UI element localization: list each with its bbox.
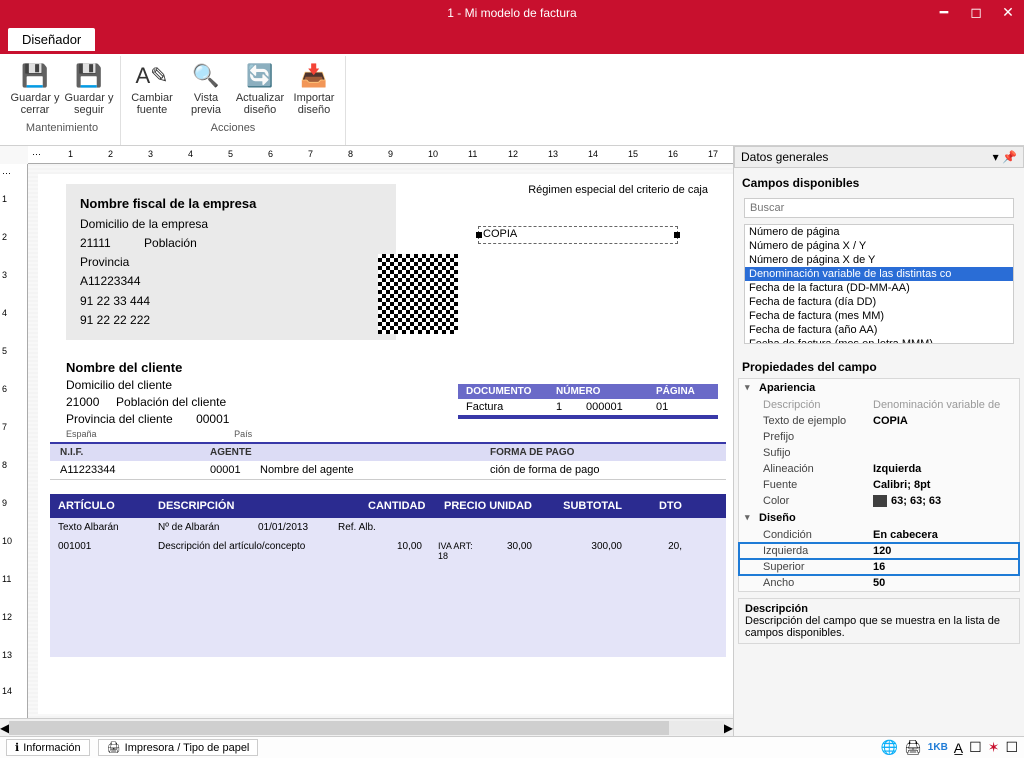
dropdown-icon[interactable]: ▾ (993, 150, 999, 164)
company-phone1: 91 22 33 444 (80, 292, 382, 311)
maximize-button[interactable]: ◻ (960, 0, 992, 24)
group-appearance[interactable]: Apariencia (739, 379, 1019, 397)
save-close-icon: 💾 (19, 60, 51, 92)
regimen-label[interactable]: Régimen especial del criterio de caja (528, 184, 708, 196)
save-icon: 💾 (73, 60, 105, 92)
preview-button[interactable]: 🔍 Vista previa (179, 56, 233, 120)
company-phone2: 91 22 22 222 (80, 311, 382, 330)
status-icon[interactable]: ☐ (969, 739, 982, 756)
info-button[interactable]: ℹInformación (6, 739, 90, 756)
document-table[interactable]: DOCUMENTO NÚMERO PÁGINA Factura 1 000001… (458, 384, 718, 419)
client-block[interactable]: Nombre del cliente Domicilio del cliente… (66, 359, 252, 440)
company-province: Provincia (80, 253, 382, 272)
pin-icon[interactable]: 📌 (1002, 150, 1017, 164)
printer-icon: 🖨 (107, 741, 121, 754)
ruler-vertical: ⋯1234567891011121314 (0, 164, 28, 718)
ribbon: 💾 Guardar y cerrar 💾 Guardar y seguir Ma… (0, 54, 1024, 146)
table-row: Texto Albarán Nº de Albarán 01/01/2013 R… (50, 518, 726, 537)
side-panel: Datos generales ▾ 📌 Campos disponibles N… (734, 146, 1024, 736)
status-icon[interactable]: 🌐 (881, 739, 898, 756)
ribbon-group-actions: Acciones (211, 120, 256, 136)
company-address: Domicilio de la empresa (80, 215, 382, 234)
company-nif: A11223344 (80, 272, 382, 291)
selected-field-copia[interactable]: COPIA (478, 226, 678, 244)
info-icon: ℹ (15, 741, 19, 754)
list-item[interactable]: Número de página X / Y (745, 239, 1013, 253)
status-bar: ℹInformación 🖨Impresora / Tipo de papel … (0, 736, 1024, 758)
printer-button[interactable]: 🖨Impresora / Tipo de papel (98, 739, 259, 756)
company-name: Nombre fiscal de la empresa (80, 194, 382, 215)
minimize-button[interactable]: ━ (928, 0, 960, 24)
scroll-right-icon[interactable]: ▶ (724, 721, 733, 735)
import-icon: 📥 (298, 60, 330, 92)
design-canvas[interactable]: ⋯1234567891011121314151617 ⋯123456789101… (0, 146, 734, 736)
update-design-button[interactable]: 🔄 Actualizar diseño (233, 56, 287, 120)
refresh-icon: 🔄 (244, 60, 276, 92)
table-row: 001001 Descripción del artículo/concepto… (50, 537, 726, 657)
window-title: 1 - Mi modelo de factura (0, 0, 1024, 20)
list-item[interactable]: Fecha de la factura (DD-MM-AA) (745, 281, 1013, 295)
list-item[interactable]: Número de página X de Y (745, 253, 1013, 267)
description-box: Descripción Descripción del campo que se… (738, 598, 1020, 644)
list-item[interactable]: Fecha de factura (año AA) (745, 323, 1013, 337)
qr-code[interactable] (378, 254, 458, 334)
list-item-selected[interactable]: Denominación variable de las distintas c… (745, 267, 1013, 281)
preview-icon: 🔍 (190, 60, 222, 92)
list-item[interactable]: Fecha de factura (mes en letra MMM) (745, 337, 1013, 344)
save-close-button[interactable]: 💾 Guardar y cerrar (8, 56, 62, 120)
list-item[interactable]: Fecha de factura (mes MM) (745, 309, 1013, 323)
scroll-left-icon[interactable]: ◀ (0, 721, 9, 735)
status-icon[interactable]: 1KB (928, 742, 948, 753)
available-fields-title: Campos disponibles (734, 168, 1024, 194)
status-icon[interactable]: 🖨 (904, 739, 922, 756)
font-icon: A✎ (136, 60, 168, 92)
close-button[interactable]: ✕ (992, 0, 1024, 24)
fields-list[interactable]: Número de página Número de página X / Y … (744, 224, 1014, 344)
field-properties-title: Propiedades del campo (734, 352, 1024, 378)
company-block[interactable]: Nombre fiscal de la empresa Domicilio de… (66, 184, 396, 340)
horizontal-scrollbar[interactable]: ◀ ▶ (0, 718, 733, 736)
client-name: Nombre del cliente (66, 359, 252, 377)
list-item[interactable]: Fecha de factura (día DD) (745, 295, 1013, 309)
tab-designer[interactable]: Diseñador (8, 28, 95, 51)
list-item[interactable]: Número de página (745, 225, 1013, 239)
nif-bar[interactable]: N.I.F. AGENTE FORMA DE PAGO A11223344 00… (50, 442, 726, 480)
change-font-button[interactable]: A✎ Cambiar fuente (125, 56, 179, 120)
ruler-horizontal: ⋯1234567891011121314151617 (28, 146, 733, 164)
titlebar: 1 - Mi modelo de factura ━ ◻ ✕ Diseñador (0, 0, 1024, 54)
save-continue-button[interactable]: 💾 Guardar y seguir (62, 56, 116, 120)
import-design-button[interactable]: 📥 Importar diseño (287, 56, 341, 120)
group-design[interactable]: Diseño (739, 509, 1019, 527)
status-icon[interactable]: ✶ (988, 739, 1000, 756)
search-input[interactable] (744, 198, 1014, 218)
articles-table[interactable]: ARTÍCULO DESCRIPCIÓN CANTIDAD PRECIO UNI… (50, 494, 726, 657)
color-swatch[interactable] (873, 495, 887, 507)
status-icon[interactable]: ☐ (1005, 739, 1018, 756)
side-panel-selector[interactable]: Datos generales ▾ 📌 (734, 146, 1024, 168)
ribbon-group-maintenance: Mantenimiento (26, 120, 98, 136)
property-grid[interactable]: Apariencia DescripciónDenominación varia… (738, 378, 1020, 592)
status-icon[interactable]: A̲ (954, 740, 963, 756)
